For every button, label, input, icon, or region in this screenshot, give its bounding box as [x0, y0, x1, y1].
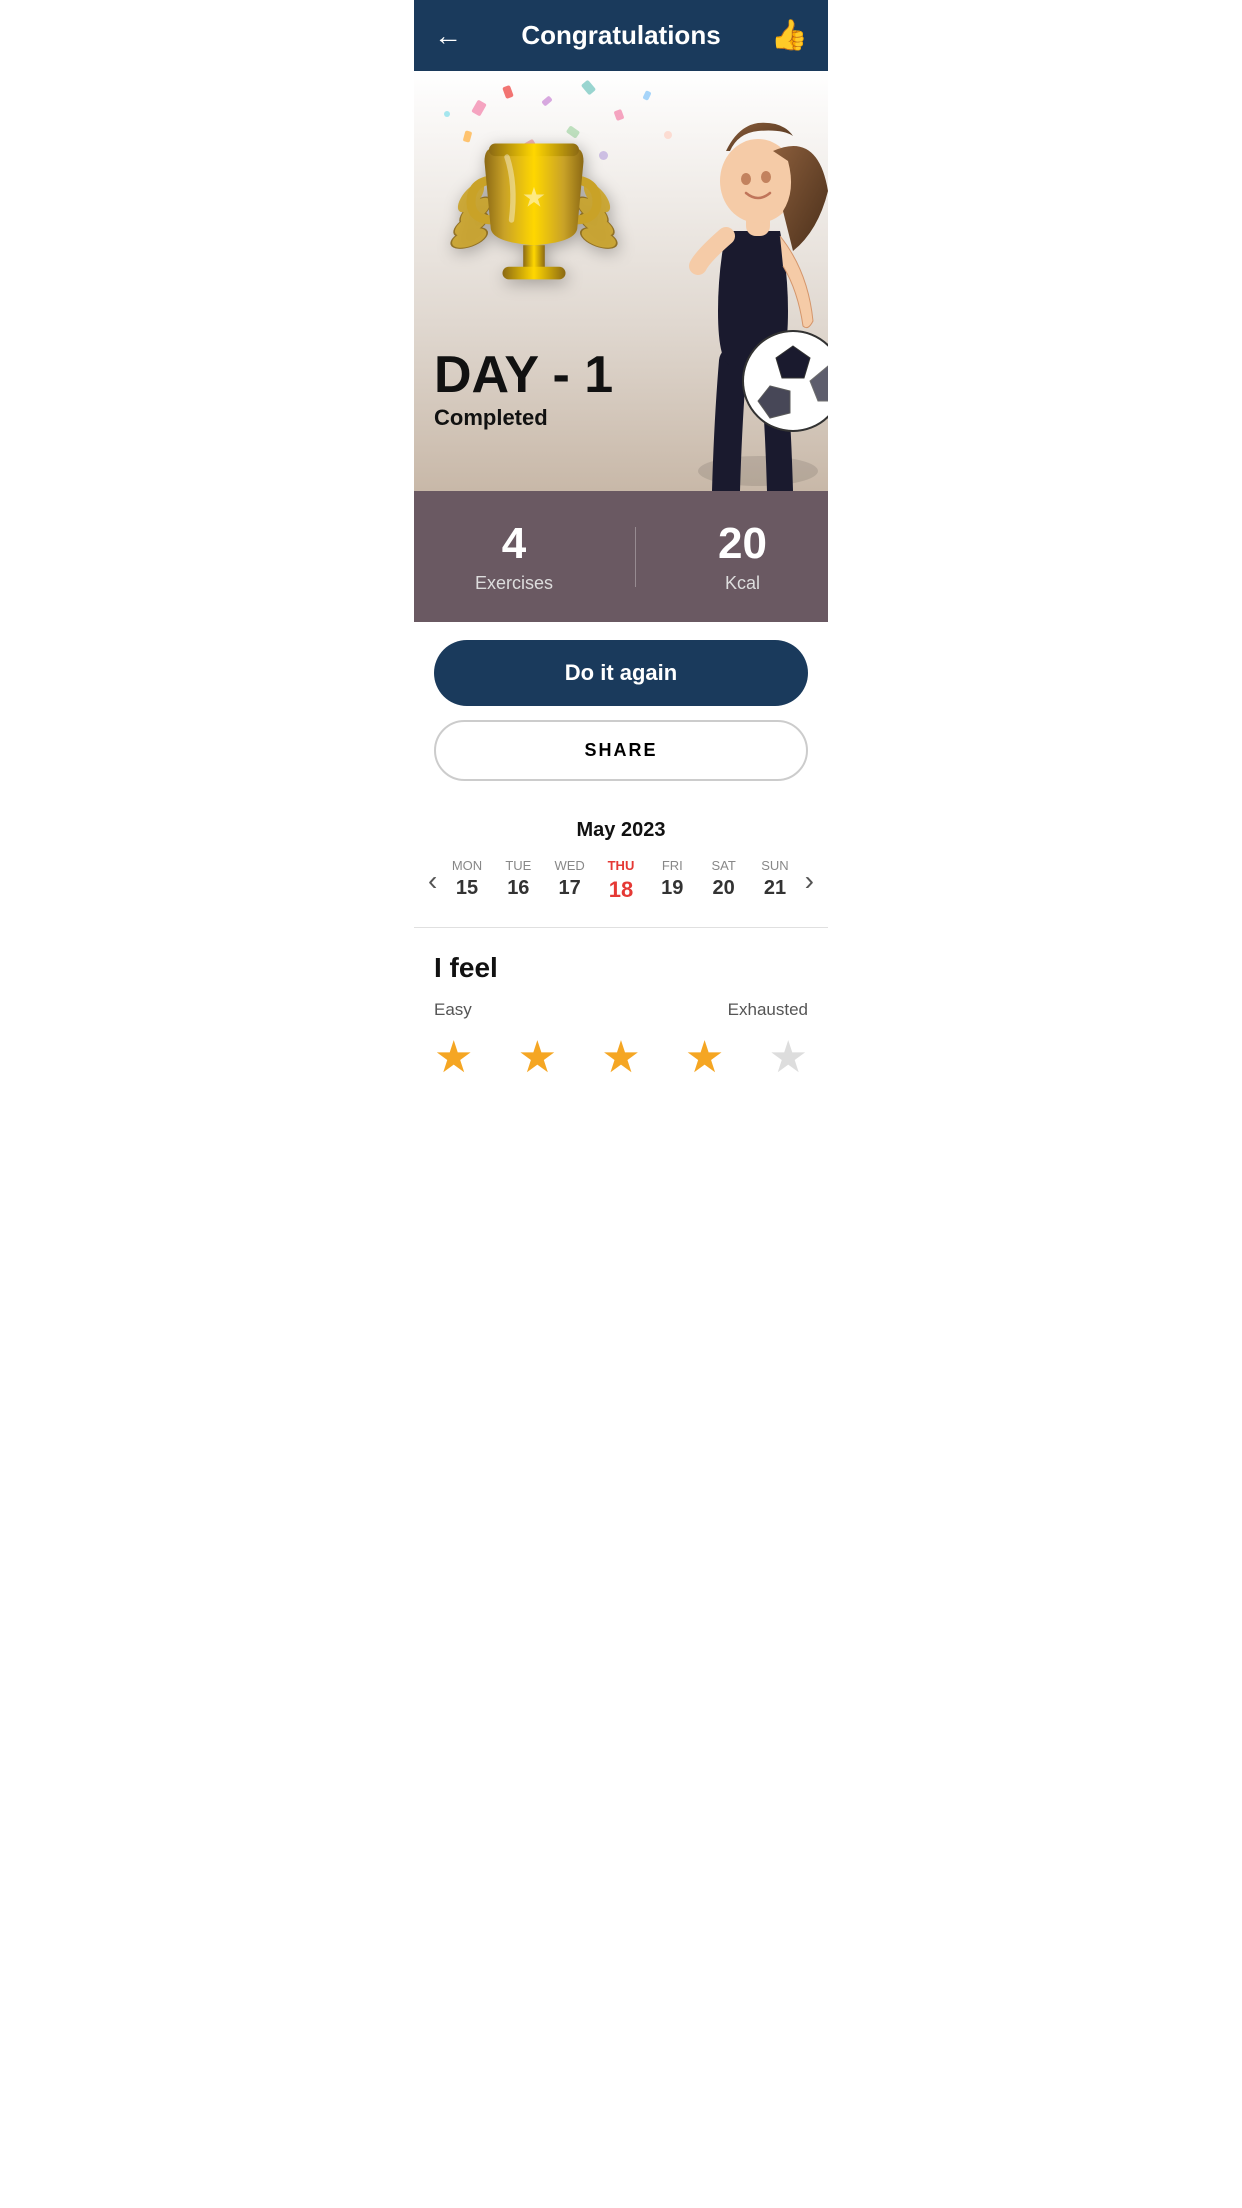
star-2[interactable]: ★: [518, 1032, 557, 1083]
page-title: Congratulations: [474, 20, 768, 51]
stars-rating[interactable]: ★ ★ ★ ★ ★: [434, 1032, 808, 1083]
calendar-week: ‹ MON 15 TUE 16 WED 17 THU 18 FRI 19 SAT…: [424, 858, 818, 903]
completed-label: Completed: [434, 405, 613, 431]
calendar-prev-button[interactable]: ‹: [424, 865, 441, 897]
calendar-day[interactable]: MON 15: [447, 858, 487, 903]
calendar-day[interactable]: SUN 21: [755, 858, 795, 903]
kcal-stat: 20 Kcal: [718, 519, 767, 594]
exercises-stat: 4 Exercises: [475, 519, 553, 594]
day-label: DAY - 1: [434, 349, 613, 401]
back-button[interactable]: ←: [434, 20, 474, 52]
calendar-day[interactable]: FRI 19: [652, 858, 692, 903]
thumbs-up-icon[interactable]: 👍: [768, 18, 808, 53]
trophy-icon: ★: [434, 91, 634, 331]
feel-labels: Easy Exhausted: [434, 1000, 808, 1020]
hero-image: [628, 71, 828, 491]
hero-section: ★ DAY - 1 Completed: [414, 71, 828, 491]
calendar-day[interactable]: THU 18: [601, 858, 641, 903]
do-again-button[interactable]: Do it again: [434, 640, 808, 706]
kcal-count: 20: [718, 519, 767, 569]
star-4[interactable]: ★: [685, 1032, 724, 1083]
star-1[interactable]: ★: [434, 1032, 473, 1083]
kcal-label: Kcal: [718, 573, 767, 594]
calendar-month: May 2023: [424, 819, 818, 842]
calendar-days: MON 15 TUE 16 WED 17 THU 18 FRI 19 SAT 2…: [441, 858, 800, 903]
share-button[interactable]: SHARE: [434, 720, 808, 781]
exercises-count: 4: [475, 519, 553, 569]
calendar-day[interactable]: SAT 20: [704, 858, 744, 903]
section-divider: [414, 927, 828, 928]
stats-divider: [635, 527, 636, 587]
feel-label-exhausted: Exhausted: [728, 1000, 808, 1020]
calendar-day[interactable]: TUE 16: [498, 858, 538, 903]
buttons-section: Do it again SHARE: [414, 622, 828, 799]
calendar-section: May 2023 ‹ MON 15 TUE 16 WED 17 THU 18 F…: [414, 799, 828, 923]
star-5[interactable]: ★: [769, 1032, 808, 1083]
calendar-next-button[interactable]: ›: [801, 865, 818, 897]
star-3[interactable]: ★: [601, 1032, 640, 1083]
svg-text:★: ★: [522, 183, 546, 213]
exercises-label: Exercises: [475, 573, 553, 594]
feel-title: I feel: [434, 952, 808, 984]
day-info: DAY - 1 Completed: [434, 349, 613, 431]
calendar-day[interactable]: WED 17: [550, 858, 590, 903]
stats-section: 4 Exercises 20 Kcal: [414, 491, 828, 622]
feel-section: I feel Easy Exhausted ★ ★ ★ ★ ★: [414, 932, 828, 1103]
feel-label-easy: Easy: [434, 1000, 472, 1020]
header: ← Congratulations 👍: [414, 0, 828, 71]
